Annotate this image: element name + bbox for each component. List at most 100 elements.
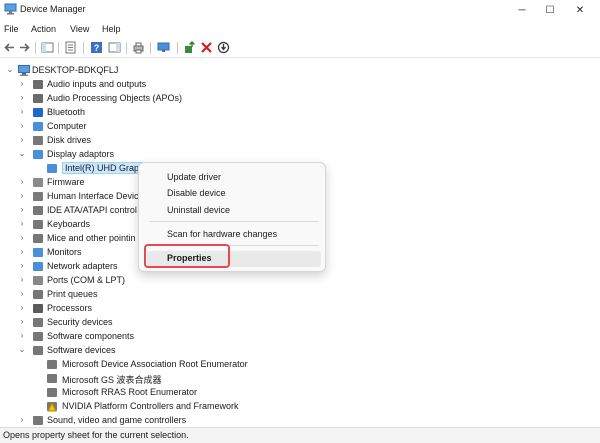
tree-item-label[interactable]: Display adaptors — [47, 149, 114, 159]
tree-item-label[interactable]: Firmware — [47, 177, 85, 187]
chevron-down-icon[interactable]: ⌄ — [18, 346, 26, 354]
menu-action[interactable]: Action — [31, 24, 56, 34]
tree-item-label[interactable]: Disk drives — [47, 135, 91, 145]
close-button[interactable]: ✕ — [568, 2, 592, 18]
chevron-right-icon[interactable]: › — [18, 192, 26, 200]
tree-item-label[interactable]: Human Interface Devic — [47, 191, 139, 201]
device-category-icon — [33, 346, 43, 355]
device-category-icon — [33, 122, 43, 131]
tree-item-label[interactable]: Intel(R) UHD Graph — [62, 162, 148, 174]
chevron-down-icon[interactable]: ⌄ — [6, 66, 14, 74]
scan-icon[interactable] — [217, 41, 230, 54]
toolbar-separator — [177, 42, 178, 54]
context-menu-item-scan[interactable]: Scan for hardware changes — [167, 229, 277, 239]
device-category-icon — [33, 80, 43, 89]
device-category-icon — [33, 290, 43, 299]
tree-item-label[interactable]: Mice and other pointin — [47, 233, 136, 243]
chevron-right-icon[interactable]: › — [18, 276, 26, 284]
status-bar: Opens property sheet for the current sel… — [0, 427, 600, 443]
tree-item-label[interactable]: Software components — [47, 331, 134, 341]
chevron-right-icon[interactable]: › — [18, 108, 26, 116]
help-icon[interactable]: ? — [90, 41, 103, 54]
chevron-right-icon[interactable]: › — [18, 332, 26, 340]
tree-item-label[interactable]: Microsoft Device Association Root Enumer… — [62, 359, 248, 369]
tree-item-label[interactable]: Audio Processing Objects (APOs) — [47, 93, 182, 103]
update-driver-icon[interactable] — [183, 41, 196, 54]
tree-item-label[interactable]: Processors — [47, 303, 92, 313]
tree-item-label[interactable]: Network adapters — [47, 261, 118, 271]
context-menu-separator — [149, 221, 319, 222]
chevron-right-icon[interactable]: › — [18, 122, 26, 130]
tree-root-label[interactable]: DESKTOP-BDKQFLJ — [32, 65, 118, 75]
tree-item-label[interactable]: Keyboards — [47, 219, 90, 229]
device-category-icon — [33, 318, 43, 327]
device-category-icon — [47, 388, 57, 397]
device-category-icon — [33, 136, 43, 145]
chevron-right-icon[interactable]: › — [18, 136, 26, 144]
show-hide-console-tree-icon[interactable] — [41, 41, 54, 54]
toolbar-separator — [83, 42, 84, 54]
device-category-icon — [33, 248, 43, 257]
device-category-icon — [33, 304, 43, 313]
chevron-right-icon[interactable]: › — [18, 304, 26, 312]
context-menu-item-disable-device[interactable]: Disable device — [167, 188, 226, 198]
tree-item-label[interactable]: Ports (COM & LPT) — [47, 275, 125, 285]
context-menu-item-uninstall-device[interactable]: Uninstall device — [167, 205, 230, 215]
properties-icon[interactable] — [64, 41, 77, 54]
properties-callout-outline — [144, 244, 230, 268]
device-category-icon — [33, 108, 43, 117]
menu-view[interactable]: View — [70, 24, 89, 34]
tree-item-label[interactable]: Computer — [47, 121, 87, 131]
tree-item-label[interactable]: Microsoft RRAS Root Enumerator — [62, 387, 197, 397]
tree-item-label[interactable]: Sound, video and game controllers — [47, 415, 186, 425]
tree-item-label[interactable]: Security devices — [47, 317, 113, 327]
warning-device-icon — [47, 401, 57, 412]
minimize-button[interactable]: ─ — [510, 2, 534, 18]
device-category-icon — [33, 206, 43, 215]
toolbar-separator — [150, 42, 151, 54]
computer-icon — [18, 65, 30, 76]
chevron-down-icon[interactable]: ⌄ — [18, 150, 26, 158]
chevron-right-icon[interactable]: › — [18, 262, 26, 270]
title-bar: Device Manager ─ ☐ ✕ — [0, 0, 600, 20]
chevron-right-icon[interactable]: › — [18, 206, 26, 214]
chevron-right-icon[interactable]: › — [18, 318, 26, 326]
chevron-right-icon[interactable]: › — [18, 234, 26, 242]
status-text: Opens property sheet for the current sel… — [3, 430, 189, 440]
device-category-icon — [33, 416, 43, 425]
device-category-icon — [33, 234, 43, 243]
chevron-right-icon[interactable]: › — [18, 248, 26, 256]
maximize-button[interactable]: ☐ — [538, 2, 562, 18]
tree-item-label[interactable]: Audio inputs and outputs — [47, 79, 146, 89]
chevron-right-icon[interactable]: › — [18, 416, 26, 424]
device-category-icon — [47, 360, 57, 369]
tree-item-label[interactable]: NVIDIA Platform Controllers and Framewor… — [62, 401, 239, 411]
action-pane-icon[interactable] — [108, 41, 121, 54]
menu-help[interactable]: Help — [102, 24, 121, 34]
back-icon[interactable] — [3, 41, 16, 54]
context-menu-item-update-driver[interactable]: Update driver — [167, 172, 221, 182]
window-title: Device Manager — [20, 4, 86, 14]
tree-item-label[interactable]: IDE ATA/ATAPI control — [47, 205, 137, 215]
tree-item-label[interactable]: Print queues — [47, 289, 98, 299]
chevron-right-icon[interactable]: › — [18, 290, 26, 298]
tree-item-label[interactable]: Bluetooth — [47, 107, 85, 117]
toolbar: ? — [0, 38, 600, 58]
menu-file[interactable]: File — [4, 24, 19, 34]
chevron-right-icon[interactable]: › — [18, 220, 26, 228]
tree-item-label[interactable]: Microsoft GS 波表合成器 — [62, 373, 162, 386]
tree-item-label[interactable]: Monitors — [47, 247, 82, 257]
uninstall-icon[interactable] — [200, 41, 213, 54]
monitor-icon[interactable] — [157, 41, 170, 54]
device-category-icon — [33, 192, 43, 201]
chevron-right-icon[interactable]: › — [18, 94, 26, 102]
svg-text:?: ? — [94, 43, 100, 53]
device-category-icon — [33, 332, 43, 341]
forward-icon[interactable] — [18, 41, 31, 54]
tree-item-label[interactable]: Software devices — [47, 345, 116, 355]
device-category-icon — [47, 374, 57, 383]
toolbar-separator — [126, 42, 127, 54]
print-icon[interactable] — [132, 41, 145, 54]
chevron-right-icon[interactable]: › — [18, 178, 26, 186]
chevron-right-icon[interactable]: › — [18, 80, 26, 88]
